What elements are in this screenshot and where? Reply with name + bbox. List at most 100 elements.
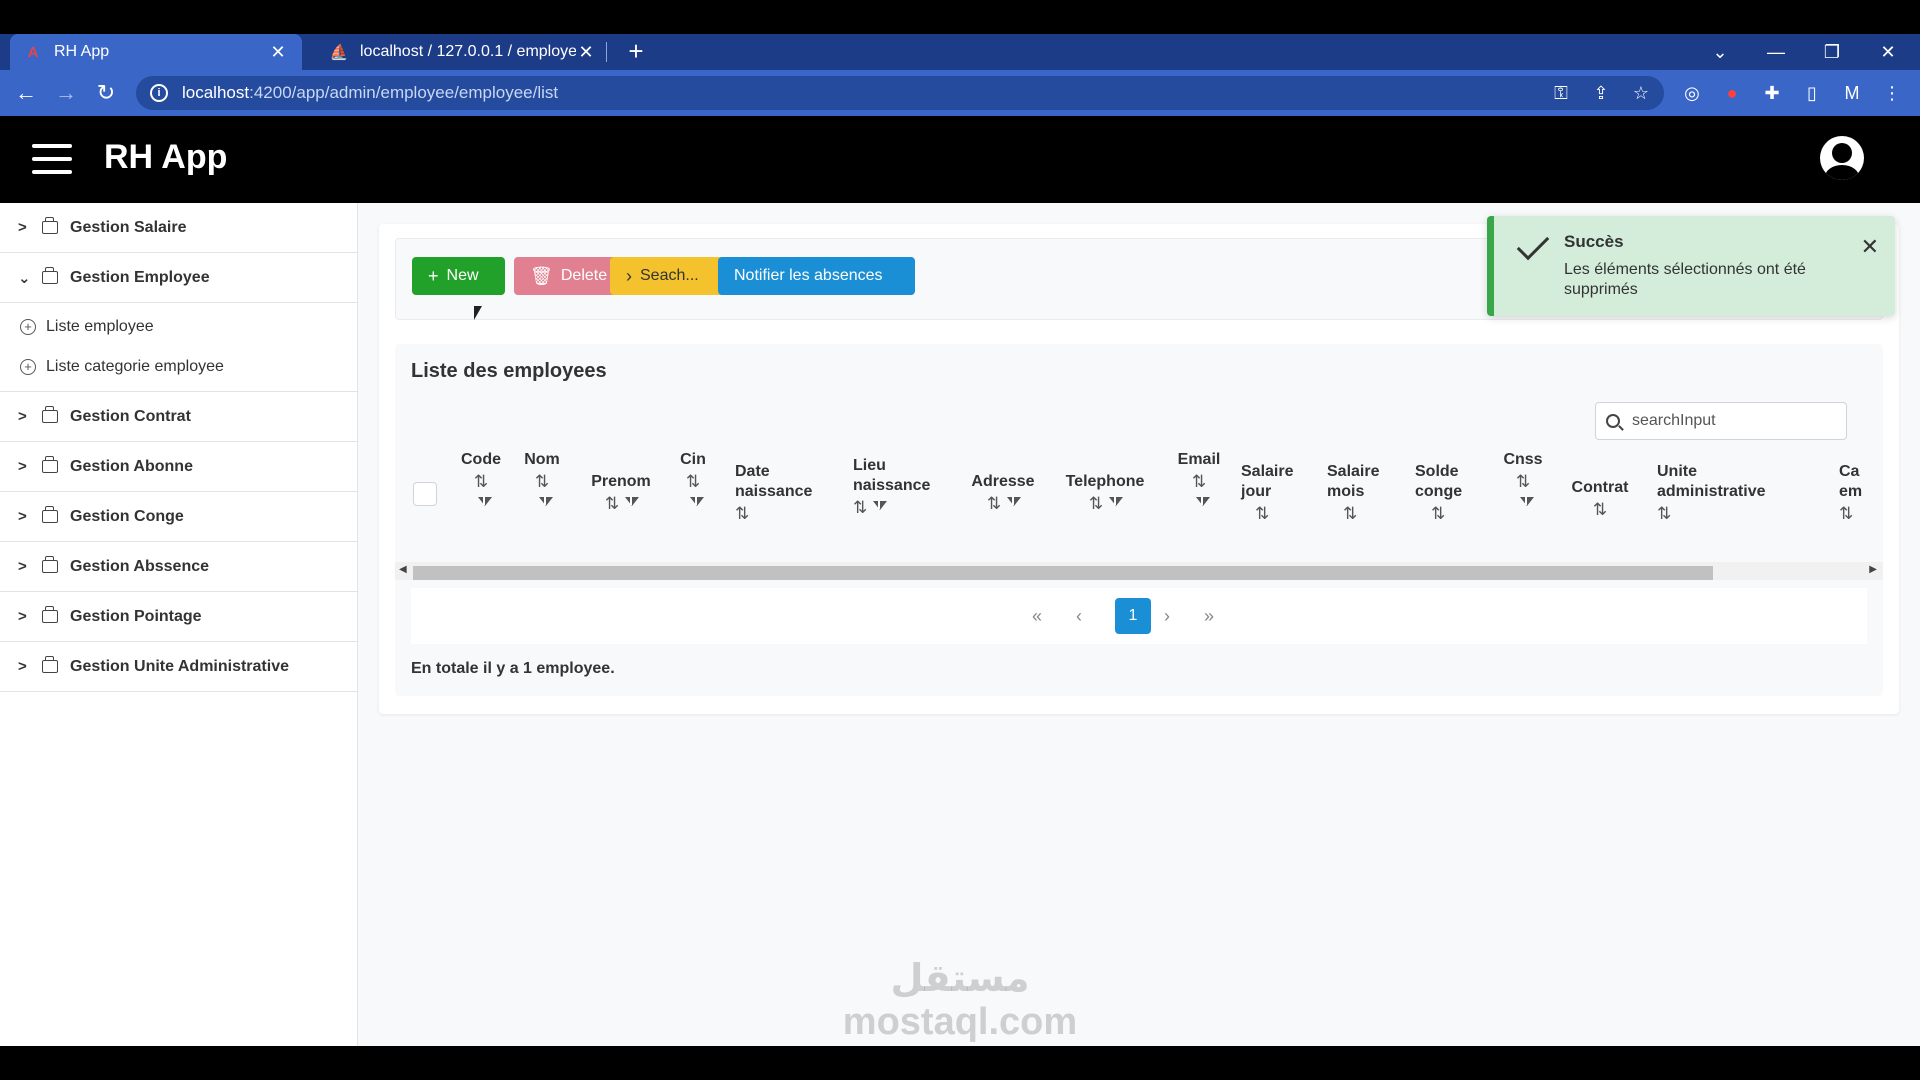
bookmark-star-icon[interactable]: ☆	[1626, 76, 1656, 110]
new-tab-icon[interactable]: +	[622, 34, 650, 70]
reload-icon[interactable]: ↻	[88, 70, 124, 116]
url-field[interactable]: i localhost:4200/app/admin/employee/empl…	[136, 76, 1664, 110]
restore-icon[interactable]: ❐	[1812, 34, 1852, 70]
extension-icon[interactable]: ◎	[1676, 76, 1708, 110]
column-unite-administrative[interactable]: Unite administrative ⇅	[1657, 462, 1777, 525]
new-button[interactable]: + New	[412, 257, 505, 295]
sort-icon[interactable]: ⇅	[1431, 504, 1445, 523]
sort-icon[interactable]: ⇅	[1343, 504, 1357, 523]
sort-icon[interactable]: ⇅	[1516, 472, 1530, 491]
watermark: مستقل mostaql.com	[842, 958, 1078, 1043]
sort-icon[interactable]: ⇅	[1255, 504, 1269, 523]
sidebar-item-gestion-salaire[interactable]: > Gestion Salaire	[0, 203, 357, 253]
filter-icon[interactable]	[690, 497, 704, 509]
last-page-icon[interactable]: »	[1191, 598, 1227, 634]
column-date-naissance[interactable]: Date naissance ⇅	[735, 462, 825, 525]
column-salaire-mois[interactable]: Salaire mois ⇅	[1327, 462, 1391, 525]
toast-close-icon[interactable]: ✕	[1861, 234, 1879, 260]
user-avatar-icon[interactable]	[1820, 136, 1864, 180]
hamburger-menu-icon[interactable]	[32, 144, 72, 174]
notify-absences-button[interactable]: Notifier les absences	[718, 257, 915, 295]
column-salaire-jour[interactable]: Salaire jour ⇅	[1241, 462, 1305, 525]
column-cin[interactable]: Cin ⇅	[671, 450, 715, 515]
column-telephone[interactable]: Telephone ⇅	[1055, 472, 1155, 515]
adblock-icon[interactable]: ●	[1716, 76, 1748, 110]
first-page-icon[interactable]: «	[1019, 598, 1055, 634]
column-cnss[interactable]: Cnss ⇅	[1499, 450, 1547, 515]
extensions-puzzle-icon[interactable]: ✚	[1756, 76, 1788, 110]
prev-page-icon[interactable]: ‹	[1061, 598, 1097, 634]
sidebar-subitem-liste-categorie-employee[interactable]: + Liste categorie employee	[0, 347, 357, 387]
column-email[interactable]: Email ⇅	[1173, 450, 1225, 515]
sort-icon[interactable]: ⇅	[1192, 472, 1206, 491]
column-adresse[interactable]: Adresse ⇅	[961, 472, 1045, 515]
filter-icon[interactable]	[625, 497, 640, 509]
column-lieu-naissance[interactable]: Lieu naissance ⇅	[853, 456, 945, 519]
sort-icon[interactable]: ⇅	[1089, 494, 1103, 513]
window-close-icon[interactable]: ✕	[1868, 34, 1908, 70]
filter-icon[interactable]	[1007, 497, 1022, 509]
filter-icon[interactable]	[1109, 497, 1124, 509]
back-icon[interactable]: ←	[8, 70, 44, 116]
forward-icon[interactable]: →	[48, 70, 84, 116]
next-page-icon[interactable]: ›	[1149, 598, 1185, 634]
sidebar-item-gestion-contrat[interactable]: > Gestion Contrat	[0, 392, 357, 442]
scroll-left-icon[interactable]: ◀	[399, 564, 407, 575]
sort-icon[interactable]: ⇅	[686, 472, 700, 491]
sort-icon[interactable]: ⇅	[1839, 504, 1853, 523]
tab-search-icon[interactable]: ⌄	[1700, 34, 1740, 70]
page-1-button[interactable]: 1	[1115, 598, 1151, 634]
sidebar-item-gestion-abssence[interactable]: > Gestion Abssence	[0, 542, 357, 592]
horizontal-scrollbar[interactable]: ◀ ▶	[395, 562, 1883, 580]
filter-icon[interactable]	[1520, 497, 1534, 509]
sidebar-item-gestion-employee[interactable]: ⌄ Gestion Employee	[0, 253, 357, 303]
browser-menu-icon[interactable]: ⋮	[1876, 76, 1908, 110]
site-info-icon[interactable]: i	[150, 84, 168, 102]
column-contrat[interactable]: Contrat ⇅	[1565, 478, 1635, 521]
sidebar-subitem-liste-employee[interactable]: + Liste employee	[0, 307, 357, 347]
sort-icon[interactable]: ⇅	[853, 498, 867, 517]
sort-icon[interactable]: ⇅	[535, 472, 549, 491]
column-solde-conge[interactable]: Solde conge ⇅	[1415, 462, 1475, 525]
close-tab-icon[interactable]: ✕	[576, 42, 596, 63]
sort-icon[interactable]: ⇅	[735, 504, 749, 523]
sort-icon[interactable]: ⇅	[605, 494, 619, 513]
scrollbar-thumb[interactable]	[413, 566, 1713, 580]
chevron-right-icon: ›	[626, 265, 632, 286]
tab-phpmyadmin[interactable]: ⛵ localhost / 127.0.0.1 / employee / ✕	[318, 34, 608, 70]
sort-icon[interactable]: ⇅	[987, 494, 1001, 513]
select-all-checkbox[interactable]	[413, 482, 437, 506]
sort-icon[interactable]: ⇅	[474, 472, 488, 491]
search-button-label: Seach...	[640, 267, 699, 284]
search-input[interactable]: searchInput	[1595, 402, 1847, 440]
delete-button[interactable]: 🗑 Delete	[514, 257, 623, 295]
search-toggle-button[interactable]: › Seach...	[610, 257, 730, 295]
share-icon[interactable]: ⇪	[1586, 76, 1616, 110]
scroll-right-icon[interactable]: ▶	[1869, 564, 1877, 575]
filter-icon[interactable]	[478, 497, 492, 509]
page-title: Liste des employees	[411, 360, 607, 382]
chevron-right-icon: >	[18, 558, 27, 575]
sidebar-item-gestion-unite-administrative[interactable]: > Gestion Unite Administrative	[0, 642, 357, 692]
filter-icon[interactable]	[1196, 497, 1210, 509]
column-nom[interactable]: Nom ⇅	[515, 450, 569, 515]
sidebar-item-label: Gestion Conge	[70, 507, 184, 525]
tab-rh-app[interactable]: A RH App ✕	[10, 34, 302, 70]
sidebar-item-label: Gestion Unite Administrative	[70, 657, 289, 675]
filter-icon[interactable]	[873, 501, 888, 513]
side-panel-icon[interactable]: ▯	[1796, 76, 1828, 110]
key-icon[interactable]: ⚿	[1546, 76, 1576, 110]
column-categorie-employee[interactable]: Ca em ⇅	[1839, 462, 1879, 525]
app-topbar: RH App	[0, 116, 1920, 203]
close-tab-icon[interactable]: ✕	[268, 42, 288, 63]
column-code[interactable]: Code ⇅	[451, 450, 511, 515]
sidebar-item-gestion-conge[interactable]: > Gestion Conge	[0, 492, 357, 542]
profile-avatar[interactable]: M	[1836, 76, 1868, 110]
filter-icon[interactable]	[539, 497, 553, 509]
column-prenom[interactable]: Prenom ⇅	[581, 472, 661, 515]
minimize-icon[interactable]: —	[1756, 34, 1796, 70]
sidebar-item-gestion-abonne[interactable]: > Gestion Abonne	[0, 442, 357, 492]
sort-icon[interactable]: ⇅	[1657, 504, 1671, 523]
sidebar-item-gestion-pointage[interactable]: > Gestion Pointage	[0, 592, 357, 642]
sort-icon[interactable]: ⇅	[1593, 500, 1607, 519]
